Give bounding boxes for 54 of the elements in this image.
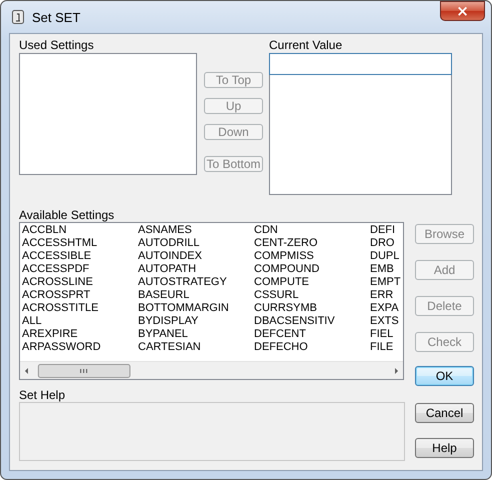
setting-item[interactable]: CDN [254,224,278,237]
setting-item[interactable]: AUTOINDEX [138,250,202,263]
setting-item[interactable]: ACROSSPRT [22,289,90,302]
setting-item[interactable]: BOTTOMMARGIN [138,302,229,315]
setting-item[interactable]: AUTODRILL [138,237,200,250]
close-button[interactable]: × [440,1,485,21]
setting-item[interactable]: EXPA [370,302,399,315]
setting-item[interactable]: ASNAMES [138,224,192,237]
setting-item[interactable]: ACCESSIBLE [22,250,92,263]
setting-item[interactable]: ACCBLN [22,224,67,237]
setting-item[interactable]: BASEURL [138,289,190,302]
dialog-button[interactable]: Cancel [415,403,474,423]
setting-item[interactable]: AUTOPATH [138,263,196,276]
app-icon [12,10,24,24]
current-value-field[interactable] [269,53,452,75]
setting-item[interactable]: FIEL [370,328,394,341]
setting-item[interactable]: ARPASSWORD [22,341,101,354]
setting-item[interactable]: FILE [370,341,394,354]
settings-list[interactable] [19,222,404,380]
setting-item[interactable]: DEFECHO [254,341,308,354]
setting-item[interactable]: AUTOSTRATEGY [138,276,227,289]
setting-item[interactable]: EXTS [370,315,399,328]
setting-item[interactable]: ACROSSLINE [22,276,93,289]
horizontal-scrollbar[interactable] [20,361,403,379]
used-settings-list[interactable] [19,53,197,175]
setting-item[interactable]: CSSURL [254,289,299,302]
setting-item[interactable]: CURRSYMB [254,302,317,315]
setting-item[interactable]: ALL [22,315,42,328]
dialog-button[interactable]: Help [415,438,474,458]
setting-item[interactable]: ACCESSHTML [22,237,98,250]
setting-item[interactable]: DEFI [370,224,396,237]
window-title: Set SET [32,10,82,24]
setting-item[interactable]: BYDISPLAY [138,315,198,328]
setting-item[interactable]: DEFCENT [254,328,306,341]
setting-item[interactable]: DBACSENSITIV [254,315,335,328]
setting-item[interactable]: DRO [370,237,394,250]
setting-item[interactable]: CENT-ZERO [254,237,318,250]
setting-item[interactable]: EMPT [370,276,401,289]
section-label: Set Help [19,388,66,402]
setting-item[interactable]: COMPOUND [254,263,320,276]
setting-item[interactable]: BYPANEL [138,328,188,341]
setting-item[interactable]: ERR [370,289,394,302]
setting-item[interactable]: DUPL [370,250,400,263]
setting-item[interactable]: ACROSSTITLE [22,302,98,315]
setting-item[interactable]: ACCESSPDF [22,263,90,276]
setting-item[interactable]: EMB [370,263,394,276]
dialog-button[interactable]: OK [415,366,474,386]
setting-item[interactable]: COMPUTE [254,276,309,289]
setting-item[interactable]: AREXPIRE [22,328,78,341]
section-label: Available Settings [19,208,116,222]
section-label: Current Value [269,38,344,52]
setting-item[interactable]: COMPMISS [254,250,314,263]
setting-item[interactable]: CARTESIAN [138,341,201,354]
section-label: Used Settings [19,38,95,52]
